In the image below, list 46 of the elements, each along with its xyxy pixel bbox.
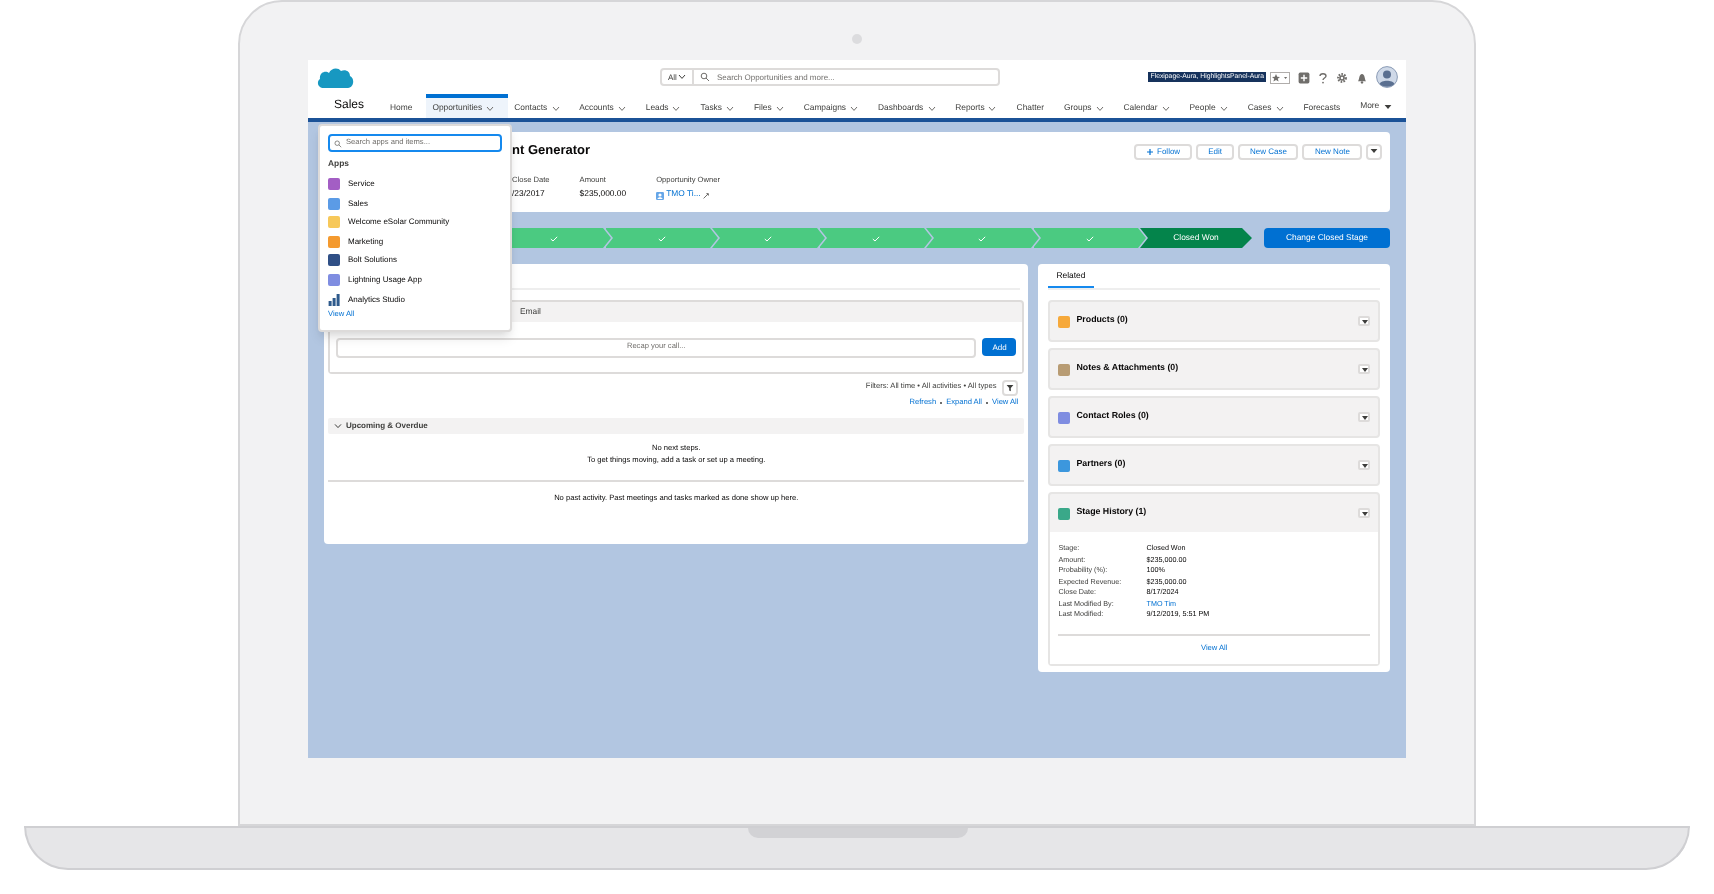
list-menu-button[interactable] — [1358, 412, 1370, 422]
filter-icon — [1006, 384, 1015, 392]
cloud-logo-icon — [316, 65, 354, 89]
caret-icon — [850, 105, 859, 111]
caret-icon — [1275, 105, 1284, 111]
plus-icon — [1145, 147, 1154, 156]
caret-icon — [1361, 463, 1367, 467]
check-icon — [978, 235, 987, 241]
caret-icon — [1361, 367, 1367, 371]
caret-icon — [1361, 511, 1367, 515]
check-icon — [1085, 235, 1094, 241]
caret-icon — [1383, 103, 1392, 109]
avatar-icon — [1376, 66, 1398, 88]
caret-icon — [988, 105, 997, 111]
search-icon — [700, 72, 711, 82]
user-icon — [656, 191, 665, 200]
caret-icon — [1370, 148, 1378, 155]
list-menu-button[interactable] — [1358, 508, 1370, 518]
search-icon — [334, 139, 342, 147]
caret-icon — [1361, 415, 1367, 419]
list-menu-button[interactable] — [1358, 460, 1370, 470]
filter-button[interactable] — [1002, 380, 1019, 396]
check-icon — [657, 235, 666, 241]
notification-bell-icon — [1356, 71, 1368, 83]
caret-icon — [486, 105, 495, 111]
more-actions-button[interactable] — [1366, 143, 1382, 160]
caret-icon — [678, 74, 687, 80]
caret-icon — [775, 105, 784, 111]
list-menu-button[interactable] — [1358, 364, 1370, 374]
caret-icon — [551, 105, 560, 111]
caret-icon — [1161, 105, 1170, 111]
settings-icon — [1336, 71, 1348, 83]
caret-icon — [927, 105, 936, 111]
list-menu-button[interactable] — [1358, 316, 1370, 326]
caret-icon — [672, 105, 681, 111]
check-icon — [550, 235, 559, 241]
check-icon — [764, 235, 773, 241]
caret-icon — [1219, 105, 1228, 111]
help-icon — [1318, 71, 1328, 83]
caret-icon — [1361, 319, 1367, 323]
add-icon — [1298, 71, 1310, 83]
caret-icon — [1095, 105, 1104, 111]
change-owner-icon — [702, 191, 711, 200]
caret-icon — [617, 105, 626, 111]
check-icon — [871, 235, 880, 241]
caret-icon — [726, 105, 734, 111]
